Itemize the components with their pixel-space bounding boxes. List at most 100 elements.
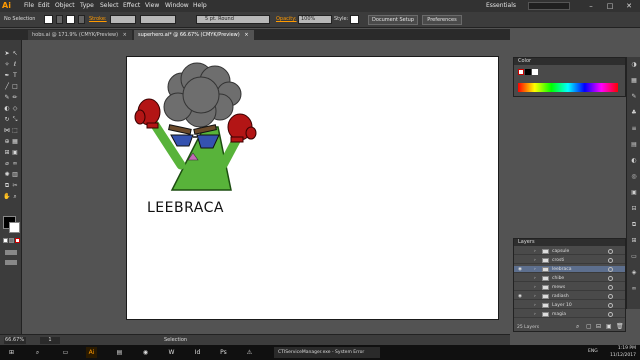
menu-window[interactable]: Window	[165, 2, 189, 9]
target-circle-icon[interactable]	[608, 303, 613, 308]
document-setup-button[interactable]: Document Setup	[368, 15, 418, 25]
mesh-tool-icon[interactable]: ⊞	[3, 149, 11, 156]
search-icon[interactable]: ⌕	[32, 347, 43, 358]
tab-close-icon[interactable]: ×	[123, 32, 127, 38]
brushes-icon[interactable]: ✎	[630, 93, 638, 101]
task-view-icon[interactable]: ▭	[60, 347, 71, 358]
gradient-tool-icon[interactable]: ▣	[11, 149, 19, 156]
expand-chevron-icon[interactable]: ›	[534, 266, 536, 273]
target-circle-icon[interactable]	[608, 267, 613, 272]
symbol-sprayer-tool-icon[interactable]: ✺	[3, 171, 11, 178]
clock-date[interactable]: 11/12/2017	[606, 353, 636, 358]
windows-icon[interactable]: ⊞	[6, 347, 17, 358]
stroke-swatch[interactable]	[66, 15, 75, 24]
gradient-mode-icon[interactable]	[9, 238, 14, 243]
color-spectrum-bar[interactable]	[518, 83, 618, 92]
stroke-weight-field[interactable]	[110, 15, 136, 24]
zoom-tool-icon[interactable]: ⌕	[11, 193, 19, 200]
black-swatch-icon[interactable]	[525, 69, 531, 75]
clipping-mask-icon[interactable]: ▢	[586, 324, 592, 330]
menu-type[interactable]: Type	[80, 2, 94, 9]
rotate-tool-icon[interactable]: ↻	[3, 116, 11, 123]
pencil-tool-icon[interactable]: ✏	[11, 94, 19, 101]
target-circle-icon[interactable]	[608, 249, 613, 254]
layer-name[interactable]: mews	[552, 284, 565, 291]
gradient-panel-icon[interactable]: ▤	[630, 141, 638, 149]
maximize-icon[interactable]: □	[603, 1, 617, 11]
menu-effect[interactable]: Effect	[123, 2, 140, 9]
layers-icon[interactable]: ◈	[630, 269, 638, 277]
appearance-icon[interactable]: ◎	[630, 173, 638, 181]
column-graph-tool-icon[interactable]: ▥	[11, 171, 19, 178]
artboard-tool-icon[interactable]: ⧉	[3, 182, 11, 189]
layer-name[interactable]: radiash	[552, 293, 569, 300]
layer-name[interactable]: capsule	[552, 248, 569, 255]
layer-row[interactable]: › magia	[514, 311, 625, 318]
expand-chevron-icon[interactable]: ›	[534, 248, 536, 255]
target-circle-icon[interactable]	[608, 258, 613, 263]
word-icon[interactable]: W	[166, 347, 177, 358]
paintbrush-tool-icon[interactable]: ✎	[3, 94, 11, 101]
white-swatch-icon[interactable]	[532, 69, 538, 75]
shape-builder-tool-icon[interactable]: ⊕	[3, 138, 11, 145]
opacity-label[interactable]: Opacity:	[276, 16, 297, 22]
workspace-switcher[interactable]: Essentials	[486, 2, 516, 9]
fill-swatch[interactable]	[44, 15, 53, 24]
layer-row[interactable]: › mews	[514, 284, 625, 291]
layer-name[interactable]: leebraca	[552, 266, 571, 273]
blob-brush-tool-icon[interactable]: ◐	[3, 105, 11, 112]
close-icon[interactable]: ✕	[622, 1, 636, 11]
fill-dropdown[interactable]	[56, 15, 63, 24]
links-icon[interactable]: ∞	[630, 285, 638, 293]
menu-edit[interactable]: Edit	[38, 2, 50, 9]
pathfinder-icon[interactable]: ⧉	[630, 221, 638, 229]
target-circle-icon[interactable]	[608, 294, 613, 299]
locate-object-icon[interactable]: ⌕	[576, 324, 582, 330]
screen-mode-icon[interactable]	[5, 260, 17, 265]
delete-layer-icon[interactable]: 🗑	[616, 324, 624, 330]
tab-superhero[interactable]: superhero.ai* @ 66.67% (CMYK/Preview) ×	[134, 30, 254, 40]
width-tool-icon[interactable]: ⋈	[3, 127, 11, 134]
expand-chevron-icon[interactable]: ›	[534, 302, 536, 309]
blend-tool-icon[interactable]: ∞	[11, 160, 19, 167]
align-icon[interactable]: ⊟	[630, 205, 638, 213]
color-panel-title[interactable]: Color	[514, 58, 625, 65]
expand-chevron-icon[interactable]: ›	[534, 311, 536, 318]
artboard-number-field[interactable]: 1	[40, 337, 60, 344]
taskbar-error-window[interactable]: CTIServiceManager.exe - System Error	[274, 347, 380, 358]
menu-file[interactable]: File	[24, 2, 34, 9]
new-sublayer-icon[interactable]: ⊟	[596, 324, 602, 330]
layer-row[interactable]: › Layer 10	[514, 302, 625, 309]
layer-name[interactable]: magia	[552, 311, 566, 318]
draw-mode-icon[interactable]	[5, 250, 17, 255]
scale-tool-icon[interactable]: ⤡	[11, 116, 19, 123]
search-input[interactable]	[528, 2, 570, 10]
free-transform-tool-icon[interactable]: ⬚	[11, 127, 19, 134]
visibility-eye-icon[interactable]: ◉	[517, 266, 523, 273]
graphic-styles-icon[interactable]: ▣	[630, 189, 638, 197]
new-layer-icon[interactable]: ▣	[606, 324, 612, 330]
layer-name[interactable]: chibe	[552, 275, 564, 282]
pen-tool-icon[interactable]: ✒	[3, 72, 11, 79]
opacity-field[interactable]: 100%	[298, 15, 332, 24]
layer-name[interactable]: Layer 10	[552, 302, 572, 309]
layer-row[interactable]: › crosti	[514, 257, 625, 264]
language-indicator[interactable]: ENG	[588, 349, 598, 354]
eraser-tool-icon[interactable]: ◇	[11, 105, 19, 112]
none-mode-icon[interactable]	[15, 238, 20, 243]
character-name-text[interactable]: LEEBRACA	[147, 200, 224, 216]
menu-help[interactable]: Help	[193, 2, 207, 9]
color-guide-icon[interactable]: ◑	[630, 61, 638, 69]
layer-row[interactable]: › capsule	[514, 248, 625, 255]
stroke-panel-icon[interactable]: ≡	[630, 125, 638, 133]
type-tool-icon[interactable]: T	[11, 72, 19, 79]
visibility-eye-icon[interactable]: ◉	[517, 293, 523, 300]
layer-row[interactable]: ◉ › radiash	[514, 293, 625, 300]
layers-panel-title[interactable]: Layers	[514, 239, 625, 246]
chrome-icon[interactable]: ◉	[140, 347, 151, 358]
variable-width-select[interactable]	[140, 15, 176, 24]
hand-tool-icon[interactable]: ✋	[3, 193, 11, 200]
character-artwork[interactable]	[127, 57, 500, 321]
target-circle-icon[interactable]	[608, 285, 613, 290]
system-error-icon[interactable]: ⚠	[244, 347, 255, 358]
